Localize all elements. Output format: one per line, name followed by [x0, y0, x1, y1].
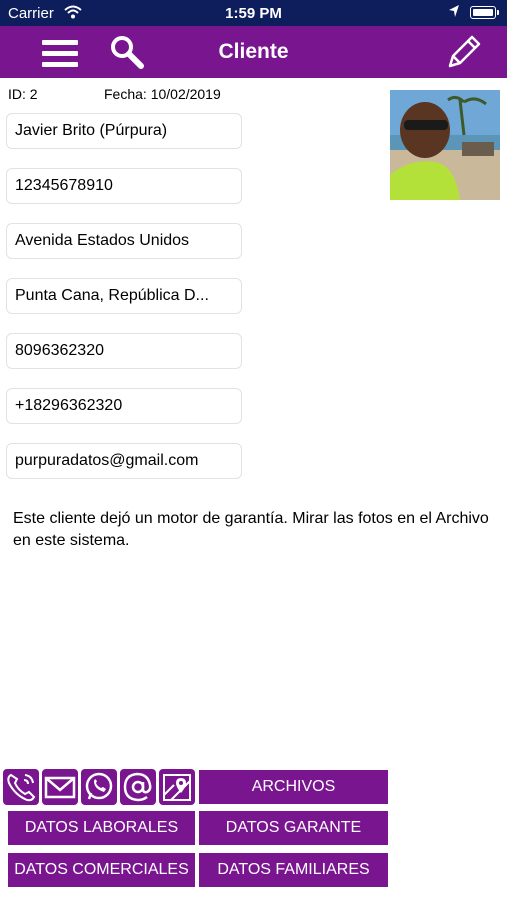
id-number-field[interactable]: 12345678910: [6, 168, 242, 204]
map-icon[interactable]: [159, 769, 195, 805]
battery-icon: [470, 6, 496, 19]
email-field[interactable]: purpuradatos@gmail.com: [6, 443, 242, 479]
phone-field[interactable]: 8096362320: [6, 333, 242, 369]
client-note: Este cliente dejó un motor de garantía. …: [13, 510, 489, 549]
navigation-bar: Cliente: [0, 26, 507, 78]
datos-garante-button[interactable]: DATOS GARANTE: [199, 811, 388, 845]
city-field[interactable]: Punta Cana, República D...: [6, 278, 242, 314]
client-date: Fecha: 10/02/2019: [104, 86, 221, 102]
archivos-button[interactable]: ARCHIVOS: [199, 770, 388, 804]
address-field[interactable]: Avenida Estados Unidos: [6, 223, 242, 259]
name-field[interactable]: Javier Brito (Púrpura): [6, 113, 242, 149]
whatsapp-icon[interactable]: [81, 769, 117, 805]
phone-icon[interactable]: [3, 769, 39, 805]
battery-tip: [497, 10, 499, 15]
client-photo[interactable]: [390, 90, 500, 200]
status-time: 1:59 PM: [225, 5, 282, 22]
status-bar: Carrier 1:59 PM: [0, 0, 507, 26]
edit-icon[interactable]: [444, 32, 484, 72]
client-id: ID: 2: [8, 86, 38, 102]
datos-laborales-button[interactable]: DATOS LABORALES: [8, 811, 195, 845]
page-title: Cliente: [218, 40, 289, 63]
mail-icon[interactable]: [42, 769, 78, 805]
mobile-field[interactable]: +18296362320: [6, 388, 242, 424]
location-icon: [448, 4, 460, 22]
datos-comerciales-button[interactable]: DATOS COMERCIALES: [8, 853, 195, 887]
at-icon[interactable]: [120, 769, 156, 805]
datos-familiares-button[interactable]: DATOS FAMILIARES: [199, 853, 388, 887]
